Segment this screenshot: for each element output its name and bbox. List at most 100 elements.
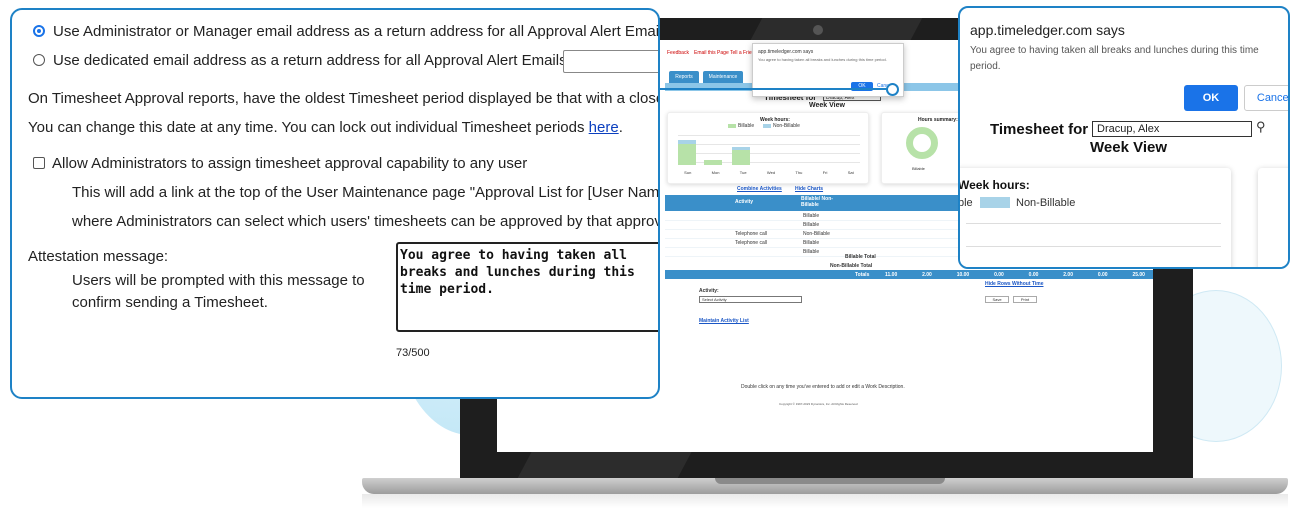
dialog-ok-button[interactable]: OK (1184, 85, 1238, 111)
search-icon[interactable]: ⚲ (1256, 119, 1266, 135)
mini-totals-label: Totals (855, 272, 870, 278)
dialog-bg-week-hours-card: Week hours: ble Non-Billable (958, 168, 1231, 267)
mini-hours-summary-card: Hours summary: Billable (881, 112, 963, 184)
mini-activity-select[interactable]: Select Activity (699, 296, 802, 303)
dialog-bg-legend-billable: ble (958, 197, 973, 209)
mini-week-view: Week View (809, 102, 845, 109)
mini-row-activity: Telephone call (735, 240, 767, 246)
callout-connector (651, 88, 891, 90)
mini-total-value: 25.00 (1132, 272, 1145, 278)
change-date-sentence: You can change this date at any time. Yo… (28, 119, 589, 136)
mini-day-label: Tue (739, 170, 747, 175)
mini-row-type: Billable (803, 249, 820, 255)
dedicated-email-field[interactable] (563, 50, 658, 73)
mini-tab-reports[interactable]: Reports (669, 71, 699, 83)
mini-legend-swatch-nonbillable (763, 124, 771, 128)
laptop-camera (813, 25, 823, 35)
mini-legend-billable: Billable (738, 123, 755, 129)
radio-dedicated-email[interactable] (33, 54, 45, 66)
mini-donut-legend: Billable (912, 166, 925, 171)
callout-connector-dot (886, 83, 899, 96)
allow-admin-desc-line1: This will add a link at the top of the U… (72, 184, 660, 201)
mini-billable-total: Billable Total (845, 254, 876, 260)
dialog-bg-page-title: Timesheet for (990, 121, 1089, 138)
mini-hours-summary-title: Hours summary: (918, 117, 958, 123)
sentence-period: . (618, 119, 623, 136)
mini-bar-sun-nonbillable (678, 140, 696, 144)
mini-row-type: Billable (803, 222, 820, 228)
change-date-text: You can change this date at any time. Yo… (28, 119, 623, 136)
mini-total-value: 0.00 (1097, 272, 1108, 278)
mini-total-value: 0.00 (994, 272, 1004, 278)
dialog-bg-week-hours: Week hours: (958, 178, 1030, 192)
attestation-message-textarea[interactable]: You agree to having taken all breaks and… (396, 242, 658, 332)
dialog-message: You agree to having taken all breaks and… (970, 45, 1259, 72)
mini-hide-rows-link[interactable]: Hide Rows Without Time (985, 281, 1043, 287)
allow-admin-approval-checkbox[interactable] (33, 157, 45, 169)
mini-total-value: 10.00 (956, 272, 970, 278)
mini-alert-origin: app.timeledger.com says (758, 49, 814, 55)
mini-maintain-link[interactable]: Maintain Activity List (699, 318, 749, 324)
dialog-cancel-button[interactable]: Cancel (1244, 85, 1288, 111)
approval-settings-panel: Use Administrator or Manager email addre… (10, 8, 660, 399)
mini-total-value: 11.00 (885, 272, 898, 278)
mini-day-labels: Sun Mon Tue Wed Thu Fri Sat (674, 170, 864, 175)
allow-admin-approval-label: Allow Administrators to assign timesheet… (52, 155, 528, 172)
mini-row-type: Billable (803, 213, 820, 219)
mini-row-activity: Telephone call (735, 231, 767, 237)
mini-day-label: Thu (795, 170, 803, 175)
mini-save-button[interactable]: Save (985, 296, 1009, 303)
mini-day-label: Wed (766, 170, 776, 175)
radio-admin-email-label: Use Administrator or Manager email addre… (53, 23, 660, 40)
mini-row-type: Non-Billable (803, 231, 830, 237)
radio-admin-email[interactable] (33, 25, 45, 37)
lock-periods-here-link[interactable]: here (589, 119, 619, 136)
dialog-bg-summary-card (1258, 168, 1288, 267)
dialog-bg-week-view: Week View (1090, 139, 1167, 156)
mini-activity-label: Activity: (699, 288, 719, 294)
mini-totals-values: 11.00 2.00 10.00 0.00 0.00 2.00 0.00 25.… (885, 272, 1145, 278)
mini-hint-text: Double click on any time you've entered … (741, 384, 905, 390)
mini-row-type: Billable (803, 240, 820, 246)
mini-bar-tue-nonbillable (732, 147, 750, 150)
mini-print-button[interactable]: Print (1013, 296, 1037, 303)
mini-bar-sun-billable (678, 144, 696, 165)
laptop-notch (715, 478, 945, 484)
mini-nonbillable-total: Non-Billable Total (830, 263, 873, 269)
attestation-char-count: 73/500 (396, 347, 430, 359)
dialog-bg-legend-swatch (980, 197, 1010, 208)
mini-total-value: 2.00 (1063, 272, 1073, 278)
mini-day-label: Mon (711, 170, 720, 175)
laptop-shadow (362, 494, 1288, 508)
mini-legend-swatch-billable (728, 124, 736, 128)
mini-hide-charts-link[interactable]: Hide Charts (795, 186, 823, 192)
mini-copyright: Copyright © 1997-2023 Dynamics, Inc. All… (779, 402, 858, 406)
mini-totals-row: Totals 11.00 2.00 10.00 0.00 0.00 2.00 0… (665, 270, 1153, 279)
mini-col-billable: Billable/ Non-Billable (801, 196, 833, 208)
mini-combine-link[interactable]: Combine Activities (737, 186, 782, 192)
mini-col-activity: Activity (735, 199, 754, 205)
mini-total-value: 2.00 (922, 272, 932, 278)
mini-email-link[interactable]: Email this Page (694, 50, 729, 56)
mini-day-label: Fri (822, 170, 828, 175)
dialog-origin: app.timeledger.com says (970, 22, 1125, 38)
mini-total-value: 0.00 (1028, 272, 1039, 278)
mini-feedback-link[interactable]: Feedback (667, 50, 689, 56)
mini-donut-chart (906, 127, 938, 159)
confirm-dialog-zoom: app.timeledger.com says You agree to hav… (958, 6, 1290, 269)
mini-day-label: Sun (684, 170, 692, 175)
allow-admin-desc-line2: where Administrators can select which us… (72, 213, 660, 230)
mini-tab-maintenance[interactable]: Maintenance (703, 71, 743, 83)
attestation-desc-line2: confirm sending a Timesheet. (72, 294, 268, 311)
attestation-desc-line1: Users will be prompted with this message… (72, 272, 365, 289)
mini-week-hours-card: Week hours: Billable Non-Billable Sun Mo… (667, 112, 869, 184)
mini-bar-mon-billable (704, 160, 722, 165)
dialog-bg-legend-nonbillable: Non-Billable (1016, 197, 1076, 209)
attestation-label: Attestation message: (28, 248, 169, 265)
oldest-period-text: On Timesheet Approval reports, have the … (28, 90, 660, 107)
mini-day-label: Sat (847, 170, 854, 175)
mini-alert-message: You agree to having taken all breaks and… (758, 57, 887, 62)
mini-bar-tue-billable (732, 150, 750, 165)
dialog-bg-user-select[interactable]: Dracup, Alex (1092, 121, 1252, 137)
mini-legend-nonbillable: Non-Billable (773, 123, 800, 129)
